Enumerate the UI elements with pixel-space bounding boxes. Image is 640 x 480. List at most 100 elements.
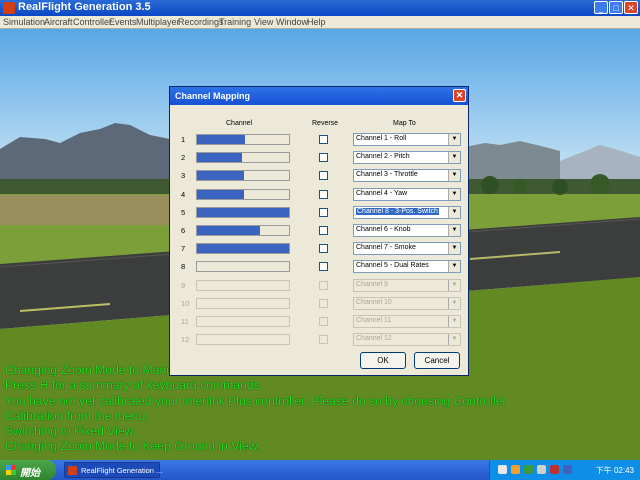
- reverse-checkbox[interactable]: [319, 135, 328, 144]
- map-to-select: Channel 10 ▼: [353, 296, 461, 310]
- cancel-button[interactable]: Cancel: [414, 352, 460, 369]
- reverse-checkbox[interactable]: [319, 189, 328, 199]
- menu-help[interactable]: Help: [307, 16, 326, 28]
- security-icon[interactable]: [511, 465, 520, 474]
- channel-row: 9 Channel 9 ▼: [170, 278, 468, 293]
- map-to-select[interactable]: Channel 7 - Smoke ▼: [353, 242, 461, 256]
- map-to-select[interactable]: Channel 2 - Pitch ▼: [353, 151, 461, 165]
- reverse-checkbox[interactable]: [319, 153, 328, 163]
- channel-row: 6 Channel 6 - Knob ▼: [170, 224, 468, 238]
- map-to-select: Channel 12 ▼: [353, 333, 461, 347]
- channel-number: 1: [181, 135, 186, 144]
- channel-row: 1 Channel 1 - Roll ▼: [170, 133, 468, 147]
- reverse-checkbox[interactable]: [319, 244, 328, 254]
- channel-number: 8: [181, 262, 186, 272]
- channel-row: 8 Channel 5 - Dual Rates ▼: [170, 260, 468, 274]
- channel-level-fill: [197, 153, 243, 163]
- channel-level-fill: [197, 207, 289, 217]
- channel-level-bar: [196, 279, 290, 291]
- network-icon[interactable]: [524, 465, 533, 474]
- start-label: 開始: [20, 468, 40, 479]
- channel-number: 7: [181, 244, 186, 254]
- reverse-header: Reverse: [312, 120, 339, 127]
- channel-level-bar: [196, 152, 290, 164]
- channel-number: 10: [181, 298, 190, 308]
- map-to-select[interactable]: Channel 5 - Dual Rates ▼: [353, 260, 461, 274]
- map-to-select[interactable]: Channel 8 - 3-Pos. Switch ▼: [353, 205, 461, 219]
- channel-row: 11 Channel 11 ▼: [170, 315, 468, 329]
- channel-level-bar: [196, 316, 290, 327]
- start-button[interactable]: 開始: [0, 460, 56, 480]
- menu-aircraft[interactable]: Aircraft: [44, 16, 73, 28]
- map-to-value: Channel 10: [356, 298, 392, 306]
- taskbar-app-button[interactable]: RealFlight Generation ...: [64, 462, 162, 478]
- message-line: Switching to Fixed View.: [5, 424, 137, 439]
- reverse-checkbox[interactable]: [319, 226, 328, 235]
- channel-level-fill: [197, 171, 244, 181]
- chevron-down-icon: ▼: [448, 279, 460, 291]
- menu-simulation[interactable]: Simulation: [3, 16, 45, 28]
- menu-view[interactable]: View: [254, 16, 273, 28]
- menu-events[interactable]: Events: [109, 16, 137, 28]
- chevron-down-icon: ▼: [448, 170, 460, 182]
- channel-header: Channel: [226, 120, 253, 127]
- map-to-value: Channel 6 - Knob: [356, 226, 411, 233]
- dialog-titlebar: Channel Mapping ✕: [170, 87, 468, 105]
- channel-number: 12: [181, 335, 190, 345]
- antivirus-icon[interactable]: [550, 465, 559, 474]
- channel-level-bar: [196, 134, 290, 145]
- channel-level-fill: [197, 189, 244, 199]
- chevron-down-icon: ▼: [448, 297, 460, 309]
- chevron-down-icon: ▼: [448, 206, 460, 218]
- map-to-select[interactable]: Channel 4 - Yaw ▼: [353, 187, 461, 201]
- channel-row: 12 Channel 12 ▼: [170, 333, 468, 347]
- keyboard-icon[interactable]: [498, 465, 507, 474]
- volume-icon[interactable]: [537, 465, 546, 474]
- map-to-select: Channel 9 ▼: [353, 278, 461, 292]
- menu-recordings[interactable]: Recordings: [178, 16, 224, 28]
- app-icon: [3, 2, 15, 14]
- map-to-value: Channel 11: [356, 317, 392, 324]
- channel-level-fill: [197, 244, 289, 254]
- channel-level-bar: [196, 170, 290, 182]
- update-icon[interactable]: [563, 465, 572, 474]
- reverse-checkbox: [319, 280, 328, 290]
- windows-logo-icon: [6, 465, 16, 475]
- channel-row: 3 Channel 3 - Throttle ▼: [170, 169, 468, 183]
- map-to-select[interactable]: Channel 1 - Roll ▼: [353, 133, 461, 146]
- chevron-down-icon: ▼: [448, 316, 460, 327]
- ok-button[interactable]: OK: [360, 352, 406, 369]
- menu-window[interactable]: Window: [276, 16, 308, 28]
- channel-row: 4 Channel 4 - Yaw ▼: [170, 187, 468, 202]
- chevron-down-icon: ▼: [448, 243, 460, 255]
- map-to-select[interactable]: Channel 6 - Knob ▼: [353, 224, 461, 237]
- dialog-title: Channel Mapping: [175, 91, 250, 101]
- window-titlebar: RealFlight Generation 3.5 _ □ ✕: [0, 0, 640, 16]
- chevron-down-icon: ▼: [448, 188, 460, 200]
- map-to-value: Channel 12: [356, 335, 392, 343]
- window-title: RealFlight Generation 3.5: [18, 1, 151, 13]
- channel-row: 7 Channel 7 - Smoke ▼: [170, 242, 468, 256]
- channel-row: 10 Channel 10 ▼: [170, 296, 468, 311]
- close-button[interactable]: ✕: [624, 1, 638, 14]
- menu-multiplayer[interactable]: Multiplayer: [136, 16, 180, 28]
- reverse-checkbox[interactable]: [319, 171, 328, 181]
- map-to-select: Channel 11 ▼: [353, 315, 461, 328]
- map-to-value: Channel 4 - Yaw: [356, 189, 408, 197]
- map-to-value: Channel 9: [356, 280, 388, 288]
- menu-training[interactable]: Training: [219, 16, 251, 28]
- channel-level-bar: [196, 243, 290, 255]
- reverse-checkbox: [319, 317, 328, 326]
- channel-mapping-dialog: Channel Mapping ✕ Channel Reverse Map To…: [169, 86, 469, 376]
- map-to-select[interactable]: Channel 3 - Throttle ▼: [353, 169, 461, 183]
- menu-controller[interactable]: Controller: [73, 16, 112, 28]
- minimize-button[interactable]: _: [594, 1, 608, 14]
- channel-level-bar: [196, 206, 290, 218]
- chevron-down-icon: ▼: [448, 261, 460, 273]
- reverse-checkbox[interactable]: [319, 207, 328, 217]
- dialog-close-button[interactable]: ✕: [453, 89, 466, 102]
- channel-level-bar: [196, 334, 290, 346]
- reverse-checkbox[interactable]: [319, 262, 328, 272]
- maximize-button[interactable]: □: [609, 1, 623, 14]
- channel-row: 2 Channel 2 - Pitch ▼: [170, 151, 468, 165]
